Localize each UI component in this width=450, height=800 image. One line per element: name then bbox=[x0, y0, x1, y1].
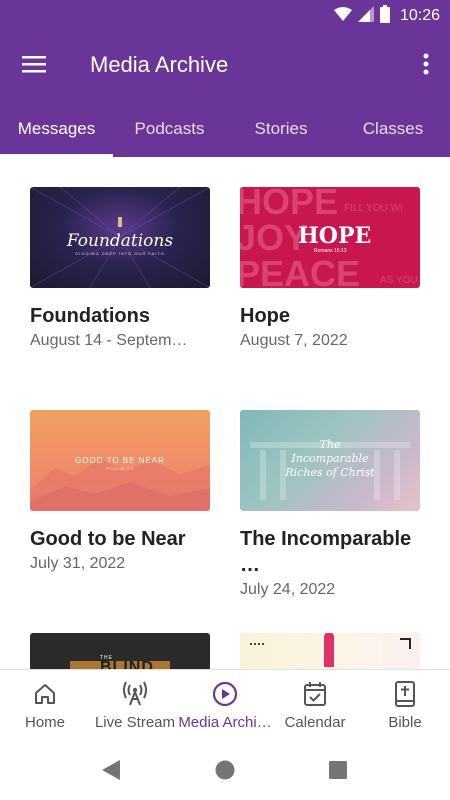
media-card-good-to-be-near[interactable]: GOOD TO BE NEAR PSALM 73 Good to be Near… bbox=[30, 410, 210, 573]
media-card-hope[interactable]: HOPE JOY PEACE FILL YOU WI AS YOU HOPE R… bbox=[240, 187, 420, 350]
tab-podcasts[interactable]: Podcasts bbox=[113, 100, 226, 157]
nav-media-archive[interactable]: Media Archi… bbox=[178, 670, 272, 742]
wifi-icon bbox=[333, 6, 352, 26]
tab-classes[interactable]: Classes bbox=[336, 100, 450, 157]
home-circle-icon[interactable] bbox=[214, 759, 236, 786]
thumbnail-side-word: AS YOU bbox=[380, 275, 418, 286]
signal-icon bbox=[357, 5, 374, 27]
thumbnail-side-word: FILL YOU WI bbox=[344, 203, 403, 214]
tab-bar: Messages Podcasts Stories Classes bbox=[0, 100, 450, 157]
media-card-blind[interactable]: THE BLIND bbox=[30, 633, 210, 669]
calendar-check-icon bbox=[301, 680, 329, 708]
overflow-menu-button[interactable] bbox=[414, 46, 438, 86]
thumbnail-bg-word: PEACE bbox=[240, 253, 361, 288]
back-icon[interactable] bbox=[100, 759, 122, 786]
card-date: August 7, 2022 bbox=[240, 332, 348, 349]
hamburger-icon bbox=[22, 55, 46, 78]
card-date: July 31, 2022 bbox=[30, 555, 126, 572]
media-card-incomparable[interactable]: The Incomparable Riches of Christ The In… bbox=[240, 410, 420, 599]
status-icons: 10:26 bbox=[333, 4, 440, 28]
play-circle-icon bbox=[211, 680, 239, 708]
card-date: July 24, 2022 bbox=[240, 581, 336, 598]
thumbnail-subtitle: Romans 15:13 bbox=[314, 248, 347, 254]
tab-messages[interactable]: Messages bbox=[0, 100, 113, 157]
thumbnail-foundations: Foundations DIGGING DEEP INTO OUR FAITH bbox=[30, 187, 210, 288]
antenna-icon bbox=[121, 680, 149, 708]
thumbnail-subtitle: PSALM 73 bbox=[106, 466, 134, 471]
thumbnail-hope: HOPE JOY PEACE FILL YOU WI AS YOU HOPE R… bbox=[240, 187, 420, 288]
thumbnail-subtitle: DIGGING DEEP INTO OUR FAITH bbox=[75, 251, 165, 256]
nav-label: Media Archi… bbox=[178, 714, 272, 731]
nav-label: Home bbox=[24, 714, 65, 731]
nav-home[interactable]: Home bbox=[0, 670, 90, 742]
thumbnail-6 bbox=[240, 633, 420, 669]
more-vertical-icon bbox=[423, 53, 429, 80]
thumbnail-title: Foundations bbox=[66, 231, 174, 251]
nav-label: Live Stream bbox=[94, 714, 176, 731]
media-card-foundations[interactable]: Foundations DIGGING DEEP INTO OUR FAITH … bbox=[30, 187, 210, 350]
app-screen: 10:26 Media Archive Messages Podcasts St… bbox=[0, 0, 450, 800]
battery-icon bbox=[379, 4, 390, 28]
thumbnail-title: The Incomparable Riches of Christ bbox=[285, 438, 375, 479]
nav-live-stream[interactable]: Live Stream bbox=[90, 670, 180, 742]
thumbnail-blind: THE BLIND bbox=[30, 633, 210, 669]
media-card-6[interactable] bbox=[240, 633, 420, 669]
bottom-nav: Home Live Stream Media Archi… Calendar B… bbox=[0, 669, 450, 741]
media-grid: Foundations DIGGING DEEP INTO OUR FAITH … bbox=[0, 157, 450, 669]
card-title: Foundations bbox=[30, 305, 150, 327]
menu-button[interactable] bbox=[14, 46, 54, 86]
system-nav-bar bbox=[0, 741, 450, 800]
recents-icon[interactable] bbox=[328, 760, 348, 785]
card-title: The Incomparable … bbox=[240, 528, 412, 576]
nav-label: Calendar bbox=[284, 714, 346, 731]
card-date: August 14 - Septem… bbox=[30, 332, 188, 349]
thumbnail-title: GOOD TO BE NEAR bbox=[75, 456, 165, 465]
home-icon bbox=[31, 680, 59, 708]
card-title: Good to be Near bbox=[30, 528, 186, 550]
card-title: Hope bbox=[240, 305, 290, 327]
page-title: Media Archive bbox=[90, 52, 229, 77]
nav-bible[interactable]: Bible bbox=[360, 670, 450, 742]
thumbnail-good-to-be-near: GOOD TO BE NEAR PSALM 73 bbox=[30, 410, 210, 511]
thumbnail-title: BLIND bbox=[100, 659, 154, 669]
status-bar: 10:26 bbox=[0, 0, 450, 32]
app-bar: Media Archive bbox=[0, 32, 450, 100]
nav-calendar[interactable]: Calendar bbox=[270, 670, 360, 742]
nav-label: Bible bbox=[388, 714, 422, 731]
thumbnail-title: HOPE bbox=[298, 223, 372, 249]
status-time: 10:26 bbox=[399, 7, 440, 24]
bible-icon bbox=[391, 680, 419, 708]
tab-stories[interactable]: Stories bbox=[226, 100, 336, 157]
thumbnail-incomparable: The Incomparable Riches of Christ bbox=[240, 410, 420, 511]
